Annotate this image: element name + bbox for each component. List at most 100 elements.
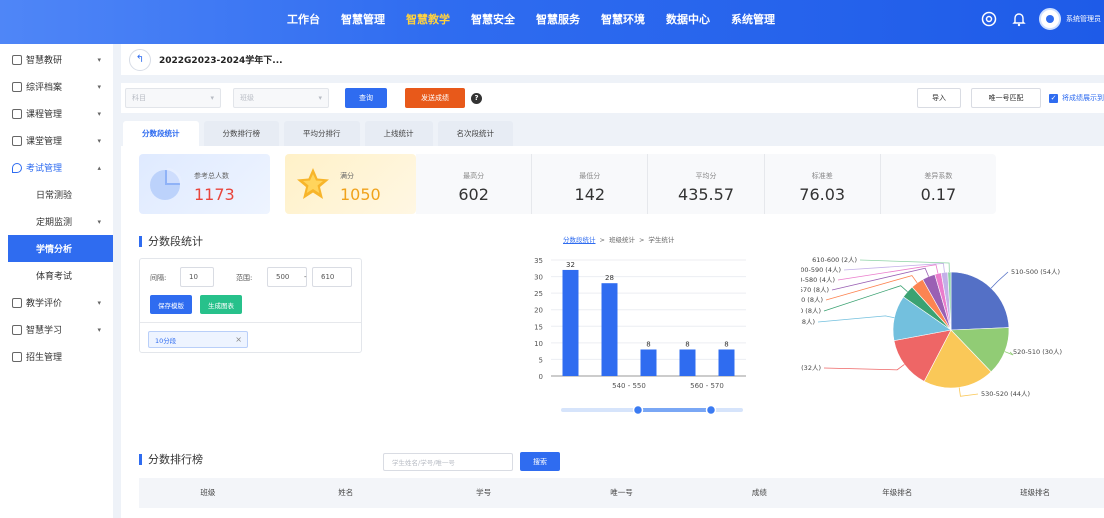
send-scores-button[interactable]: 发送成绩 bbox=[405, 88, 465, 108]
pie-label: 580-570 (8人) bbox=[801, 286, 829, 294]
range-min-input[interactable]: 500 bbox=[267, 267, 307, 287]
avatar[interactable] bbox=[1039, 8, 1061, 30]
y-tick-label: 20 bbox=[534, 307, 543, 315]
nav-item-7[interactable]: 系统管理 bbox=[722, 0, 784, 44]
chart-breadcrumb-item[interactable]: 分数段统计 bbox=[563, 236, 596, 244]
bar bbox=[601, 283, 618, 376]
username[interactable]: 系统管理员 bbox=[1066, 14, 1104, 24]
stat-col-4: 差异系数 0.17 bbox=[879, 154, 996, 214]
pie-label: 560-550 (8人) bbox=[801, 307, 821, 315]
pie-label: 610-600 (2人) bbox=[812, 256, 857, 264]
sidebar-item-label: 教学评价 bbox=[26, 299, 63, 309]
import-button[interactable]: 导入 bbox=[917, 88, 961, 108]
pie-label: 600-590 (4人) bbox=[801, 266, 841, 274]
nav-item-0[interactable]: 工作台 bbox=[278, 0, 329, 44]
menu-icon bbox=[12, 162, 22, 173]
chart-breadcrumb-item[interactable]: 班级统计 bbox=[609, 236, 635, 244]
search-button[interactable]: 搜索 bbox=[520, 452, 560, 471]
help-icon[interactable]: ? bbox=[471, 92, 482, 104]
pie-leader-line bbox=[990, 271, 1009, 289]
stat-label: 最高分 bbox=[463, 172, 485, 180]
range-separator: - bbox=[304, 273, 307, 281]
pie-label: 520-510 (30人) bbox=[1013, 348, 1062, 356]
ranking-section-title: 分数排行榜 bbox=[139, 451, 203, 467]
bell-icon[interactable] bbox=[1009, 9, 1029, 29]
sidebar-item-6[interactable]: 定期监测 ▾ bbox=[0, 208, 113, 235]
nav-item-3[interactable]: 智慧安全 bbox=[462, 0, 524, 44]
save-template-button[interactable]: 保存模版 bbox=[150, 295, 192, 314]
ranking-table-header: 班级 姓名 学号 唯一号 成绩 年级排名 班级排名 bbox=[139, 478, 1104, 508]
chart-breadcrumb-item[interactable]: 学生统计 bbox=[648, 236, 674, 244]
segment-tag-label: 10分段 bbox=[155, 336, 177, 345]
target-icon[interactable] bbox=[979, 9, 999, 29]
bar-value-label: 32 bbox=[566, 261, 575, 269]
tab-1[interactable]: 分数排行榜 bbox=[203, 121, 279, 146]
nav-item-1[interactable]: 智慧管理 bbox=[332, 0, 394, 44]
match-button[interactable]: 唯一号匹配 bbox=[971, 88, 1041, 108]
sidebar-item-7[interactable]: 学情分析 bbox=[8, 235, 113, 262]
sidebar-item-label: 学情分析 bbox=[36, 245, 73, 255]
full-score-value: 1050 bbox=[340, 185, 381, 204]
sidebar-item-label: 综评档案 bbox=[26, 83, 63, 93]
range-max-input[interactable]: 610 bbox=[312, 267, 352, 287]
tab-4[interactable]: 名次段统计 bbox=[437, 121, 513, 146]
header-tools: 系统管理员 bbox=[979, 8, 1104, 30]
tab-bar: 分数段统计 分数排行榜 平均分排行 上线统计 名次段统计 bbox=[121, 121, 1104, 146]
tab-0[interactable]: 分数段统计 bbox=[123, 121, 199, 146]
close-icon[interactable]: × bbox=[235, 335, 242, 344]
pie-leader-line bbox=[823, 285, 908, 312]
tab-3[interactable]: 上线统计 bbox=[364, 121, 433, 146]
back-button[interactable]: ↰ bbox=[129, 48, 151, 71]
zoom-slider-handle[interactable] bbox=[632, 404, 644, 416]
sidebar-item-9[interactable]: 教学评价 ▾ bbox=[0, 289, 113, 316]
sidebar-item-8[interactable]: 体育考试 bbox=[0, 262, 113, 289]
sidebar-item-label: 课堂管理 bbox=[26, 137, 63, 147]
ranking-search-input[interactable]: 学生姓名/学号/唯一号 bbox=[383, 453, 513, 471]
query-button[interactable]: 查询 bbox=[345, 88, 387, 108]
bar bbox=[718, 349, 735, 376]
sidebar-item-label: 定期监测 bbox=[36, 218, 73, 228]
chevron-icon: ▾ bbox=[97, 325, 101, 334]
sidebar-item-3[interactable]: 课堂管理 ▾ bbox=[0, 127, 113, 154]
breadcrumb: ↰ 2022G2023-2024学年下... bbox=[121, 44, 1104, 75]
sidebar-item-1[interactable]: 综评档案 ▾ bbox=[0, 73, 113, 100]
sidebar-item-5[interactable]: 日常测验 bbox=[0, 181, 113, 208]
tab-2[interactable]: 平均分排行 bbox=[284, 121, 360, 146]
nav-item-5[interactable]: 智慧环境 bbox=[592, 0, 654, 44]
bar-value-label: 28 bbox=[605, 274, 614, 282]
pie-leader-line bbox=[823, 364, 905, 371]
segment-config-box: 间隔: 10 范围: 500 - 610 保存模版 生成图表 10分段 × bbox=[139, 258, 362, 353]
class-select[interactable]: 班级 ▾ bbox=[233, 88, 329, 108]
chevron-down-icon: ▾ bbox=[318, 94, 322, 102]
bar bbox=[679, 349, 696, 376]
sidebar-item-11[interactable]: 招生管理 bbox=[0, 343, 113, 370]
sidebar-item-0[interactable]: 智慧教研 ▾ bbox=[0, 46, 113, 73]
chevron-icon: ▴ bbox=[97, 163, 101, 172]
nav-item-4[interactable]: 智慧服务 bbox=[527, 0, 589, 44]
generate-chart-button[interactable]: 生成图表 bbox=[200, 295, 242, 314]
y-tick-label: 15 bbox=[534, 323, 543, 331]
chevron-icon: ▾ bbox=[97, 298, 101, 307]
sidebar-item-label: 智慧教研 bbox=[26, 56, 63, 66]
interval-input[interactable]: 10 bbox=[180, 267, 214, 287]
zoom-slider-handle[interactable] bbox=[705, 404, 717, 416]
stats-strip: 最高分 602 最低分 142 平均分 435.57 标准差 76.03 差异系数 0.17 bbox=[416, 154, 996, 214]
sidebar-item-2[interactable]: 课程管理 ▾ bbox=[0, 100, 113, 127]
chevron-icon: ▾ bbox=[97, 55, 101, 64]
pie-slice bbox=[950, 271, 1010, 331]
subject-select-value: 科目 bbox=[132, 94, 146, 102]
show-scores-checkbox[interactable]: ✓ 将成绩展示到 bbox=[1049, 93, 1104, 103]
y-tick-label: 35 bbox=[534, 257, 543, 265]
chevron-icon: ▾ bbox=[97, 109, 101, 118]
stat-label: 最低分 bbox=[579, 172, 601, 180]
pie-label: 540-530 (32人) bbox=[801, 364, 821, 372]
sidebar-item-10[interactable]: 智慧学习 ▾ bbox=[0, 316, 113, 343]
divider bbox=[140, 322, 361, 323]
segment-tag[interactable]: 10分段 × bbox=[148, 331, 248, 348]
chevron-down-icon: ▾ bbox=[210, 94, 214, 102]
nav-item-2[interactable]: 智慧教学 bbox=[397, 0, 459, 44]
page-title: 2022G2023-2024学年下... bbox=[159, 56, 283, 66]
nav-item-6[interactable]: 数据中心 bbox=[657, 0, 719, 44]
subject-select[interactable]: 科目 ▾ bbox=[125, 88, 221, 108]
sidebar-item-4[interactable]: 考试管理 ▴ bbox=[0, 154, 113, 181]
